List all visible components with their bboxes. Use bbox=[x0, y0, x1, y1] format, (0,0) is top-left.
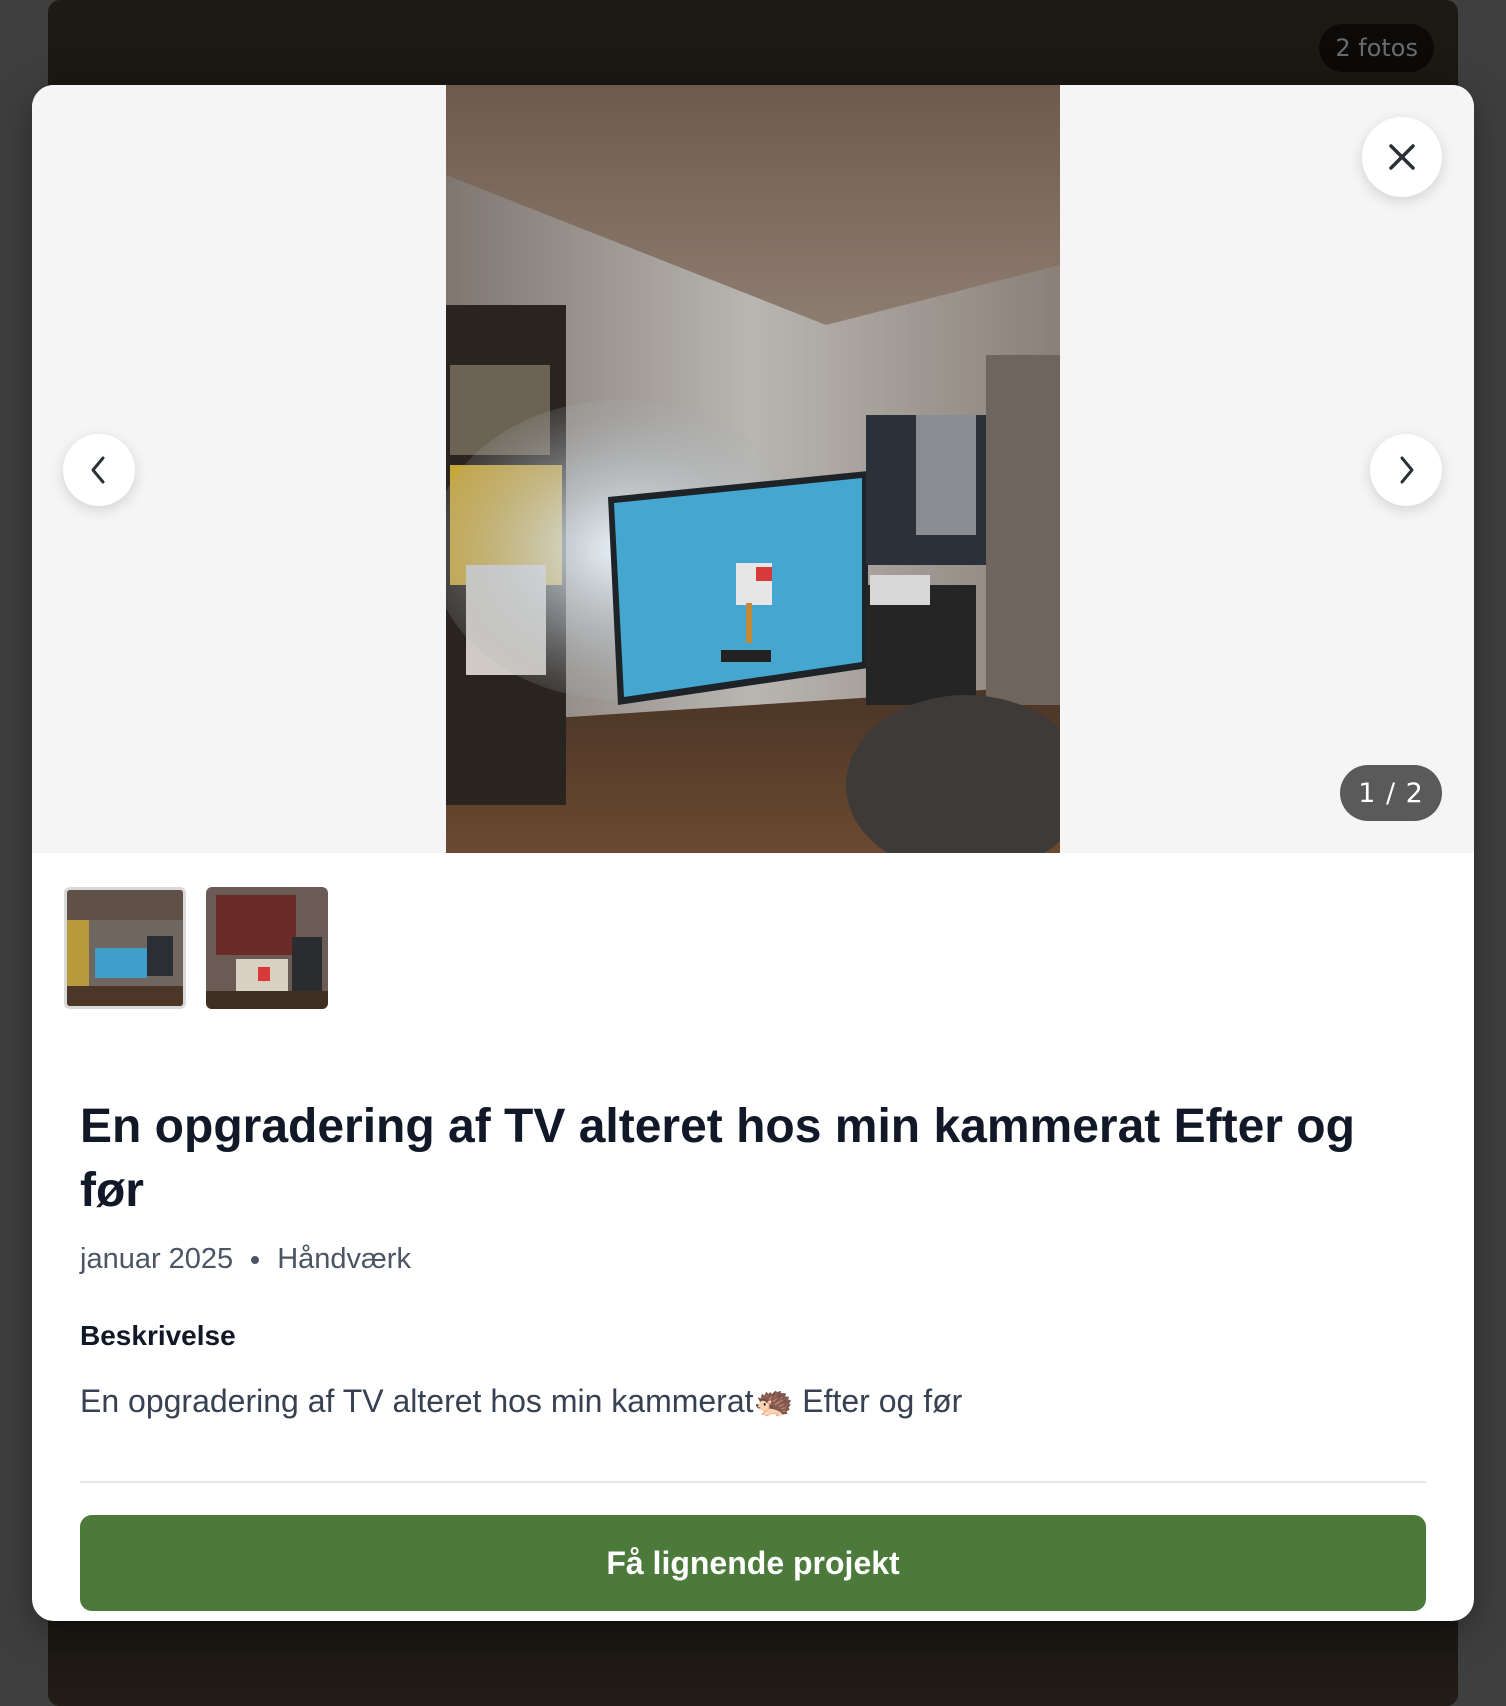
get-similar-project-button[interactable]: Få lignende projekt bbox=[80, 1515, 1426, 1611]
chevron-right-icon bbox=[1400, 456, 1414, 484]
project-details: En opgradering af TV alteret hos min kam… bbox=[80, 1095, 1426, 1420]
thumbnail-strip bbox=[64, 887, 328, 1009]
thumbnail-2[interactable] bbox=[206, 887, 328, 1009]
photo-viewer: 1 / 2 bbox=[32, 85, 1474, 853]
thumbnail-1[interactable] bbox=[64, 887, 186, 1009]
project-modal: 1 / 2 En opgradering af TV alteret hos m… bbox=[32, 85, 1474, 1621]
project-meta: januar 2025 Håndværk bbox=[80, 1243, 1426, 1276]
photo-count-badge: 2 fotos bbox=[1319, 24, 1434, 72]
close-icon bbox=[1389, 144, 1415, 170]
project-date: januar 2025 bbox=[80, 1243, 234, 1275]
project-category: Håndværk bbox=[277, 1243, 411, 1275]
description-text: En opgradering af TV alteret hos min kam… bbox=[80, 1383, 963, 1419]
photo-counter: 1 / 2 bbox=[1340, 765, 1442, 821]
description-heading: Beskrivelse bbox=[80, 1320, 236, 1351]
previous-photo-button[interactable] bbox=[63, 434, 135, 506]
main-photo bbox=[446, 85, 1060, 853]
close-button[interactable] bbox=[1362, 117, 1442, 197]
room-photo-illustration bbox=[446, 85, 1060, 853]
thumbnail-1-image bbox=[67, 890, 183, 1006]
separator-dot bbox=[251, 1255, 260, 1264]
chevron-left-icon bbox=[91, 456, 105, 484]
next-photo-button[interactable] bbox=[1370, 434, 1442, 506]
project-title: En opgradering af TV alteret hos min kam… bbox=[80, 1100, 1355, 1217]
divider bbox=[80, 1481, 1426, 1483]
background-card-bottom bbox=[48, 1626, 1458, 1706]
thumbnail-2-image bbox=[206, 887, 328, 1009]
